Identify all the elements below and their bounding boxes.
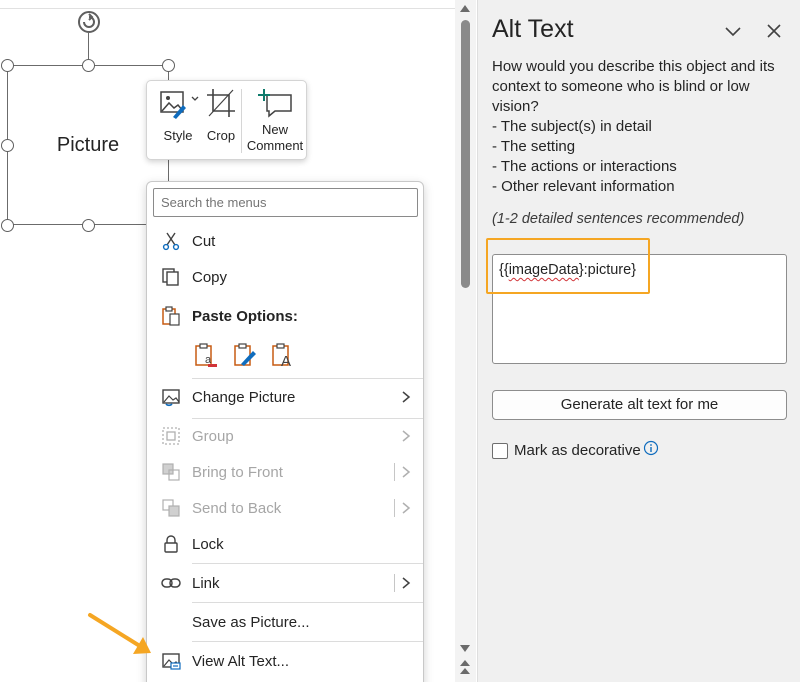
scroll-thumb[interactable] <box>461 20 470 288</box>
mark-decorative-checkbox[interactable] <box>492 443 508 459</box>
crop-icon <box>207 89 235 117</box>
menu-separator <box>192 563 423 564</box>
scroll-up-icon[interactable] <box>459 3 471 13</box>
new-comment-button[interactable]: New Comment <box>245 87 305 155</box>
resize-handle-bottom-left[interactable] <box>1 219 14 232</box>
send-to-back-icon <box>162 499 180 517</box>
style-button[interactable]: Style <box>155 87 201 155</box>
alt-text-pane: Alt Text How would you describe this obj… <box>477 0 800 682</box>
instruction-line: - Other relevant information <box>492 178 675 195</box>
group-icon <box>162 427 180 445</box>
copy-label: Copy <box>192 269 228 286</box>
menu-item-bring-to-front[interactable]: Bring to Front <box>147 455 423 489</box>
alt-text-instructions: How would you describe this object and i… <box>492 57 792 197</box>
bring-to-front-label: Bring to Front <box>192 464 283 481</box>
picture-style-icon <box>160 91 199 119</box>
menu-item-cut[interactable]: Cut <box>147 224 423 258</box>
menu-search-input[interactable] <box>153 188 418 217</box>
crop-button[interactable]: Crop <box>201 87 241 155</box>
menu-item-save-as-picture[interactable]: Save as Picture... <box>147 605 423 639</box>
split-divider <box>394 574 395 592</box>
annotation-highlight-box <box>486 238 650 294</box>
picture-label: Picture <box>56 134 120 156</box>
resize-handle-top-right[interactable] <box>162 59 175 72</box>
scroll-down-icon[interactable] <box>459 644 471 654</box>
copy-icon <box>162 268 179 286</box>
chevron-right-icon <box>402 430 411 442</box>
rotate-connector <box>88 33 89 59</box>
menu-separator <box>192 378 423 379</box>
close-icon[interactable] <box>765 22 783 40</box>
mark-decorative-label[interactable]: Mark as decorative <box>514 442 641 459</box>
split-divider <box>394 499 395 517</box>
menu-separator <box>192 641 423 642</box>
link-icon <box>161 578 181 588</box>
resize-handle-middle-left[interactable] <box>1 139 14 152</box>
instruction-line: How would you describe this object and i… <box>492 58 775 75</box>
menu-item-link[interactable]: Link <box>147 566 423 600</box>
chevron-right-icon <box>402 391 411 403</box>
group-label: Group <box>192 428 234 445</box>
paste-keep-source-icon[interactable]: a <box>194 342 218 368</box>
canvas-scrollbar[interactable] <box>455 0 476 682</box>
toolbar-separator <box>241 89 242 153</box>
change-picture-icon <box>162 389 180 407</box>
menu-item-change-picture[interactable]: Change Picture <box>147 380 423 414</box>
pane-title: Alt Text <box>492 15 574 43</box>
context-menu: Cut Copy Paste Options: a <box>146 181 424 682</box>
menu-item-copy[interactable]: Copy <box>147 260 423 294</box>
cut-label: Cut <box>192 233 216 250</box>
menu-item-group[interactable]: Group <box>147 419 423 453</box>
svg-text:A: A <box>281 353 291 368</box>
generate-alt-text-button[interactable]: Generate alt text for me <box>492 390 787 420</box>
previous-page-icon[interactable] <box>458 658 472 676</box>
instruction-line: - The subject(s) in detail <box>492 118 652 135</box>
lock-icon <box>164 535 178 553</box>
info-icon[interactable] <box>643 440 659 456</box>
paste-text-only-icon[interactable]: A <box>271 342 295 368</box>
menu-item-view-alt-text[interactable]: View Alt Text... <box>147 644 423 678</box>
menu-separator <box>192 602 423 603</box>
scissors-icon <box>162 232 180 251</box>
resize-handle-bottom-middle[interactable] <box>82 219 95 232</box>
resize-handle-top-middle[interactable] <box>82 59 95 72</box>
crop-label: Crop <box>206 128 236 143</box>
send-to-back-label: Send to Back <box>192 500 282 517</box>
rotate-handle-icon[interactable] <box>75 8 103 36</box>
new-comment-label-line2: Comment <box>246 138 304 153</box>
document-canvas[interactable]: Picture Style Crop New Comment Search th… <box>0 0 455 682</box>
instruction-line: - The setting <box>492 138 576 155</box>
instruction-line: vision? <box>492 98 539 115</box>
alt-text-hint: (1-2 detailed sentences recommended) <box>492 211 745 227</box>
style-label: Style <box>163 128 193 143</box>
change-picture-label: Change Picture <box>192 389 296 406</box>
chevron-right-icon <box>402 502 411 514</box>
canvas-top-divider <box>0 8 455 9</box>
instruction-line: context to someone who is blind or low <box>492 78 750 95</box>
mini-toolbar: Style Crop New Comment <box>146 80 307 160</box>
menu-item-lock[interactable]: Lock <box>147 527 423 561</box>
paste-picture-icon[interactable] <box>233 342 257 368</box>
split-divider <box>394 463 395 481</box>
link-label: Link <box>192 575 220 592</box>
chevron-right-icon <box>402 577 411 589</box>
menu-item-send-to-back[interactable]: Send to Back <box>147 491 423 525</box>
save-as-picture-label: Save as Picture... <box>192 614 310 631</box>
resize-handle-top-left[interactable] <box>1 59 14 72</box>
instruction-line: - The actions or interactions <box>492 158 677 175</box>
lock-label: Lock <box>192 536 224 553</box>
chevron-down-icon[interactable] <box>724 22 742 40</box>
bring-to-front-icon <box>162 463 180 481</box>
view-alt-text-label: View Alt Text... <box>192 653 289 670</box>
clipboard-icon <box>162 306 180 326</box>
menu-item-paste-options: Paste Options: <box>147 299 423 333</box>
new-comment-label-line1: New <box>261 122 288 137</box>
chevron-right-icon <box>402 466 411 478</box>
paste-options-label: Paste Options: <box>192 308 298 325</box>
new-comment-icon <box>258 89 292 118</box>
annotation-arrow-icon <box>88 613 151 654</box>
